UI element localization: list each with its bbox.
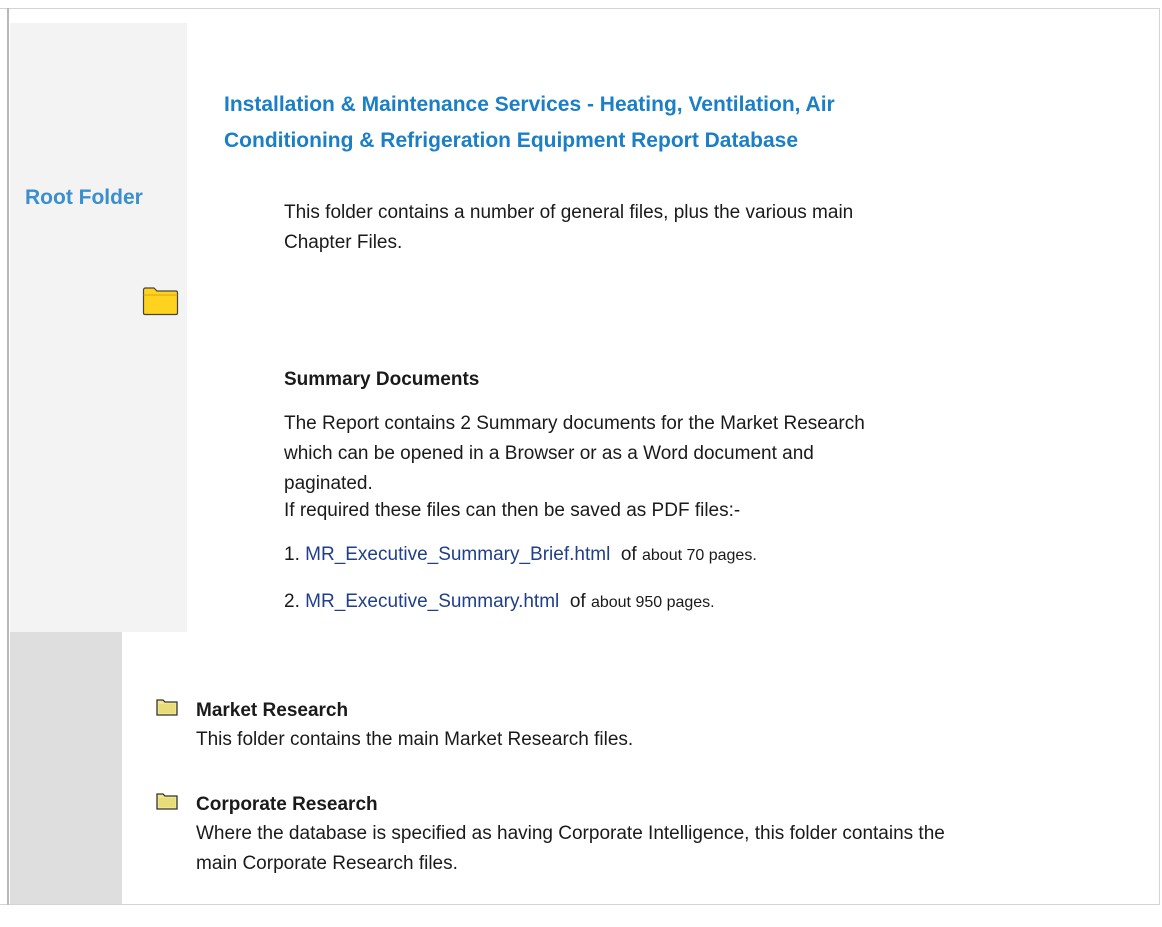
list-number: 1. (284, 544, 300, 565)
summary-heading: Summary Documents (284, 369, 480, 390)
subfolder-column (10, 632, 122, 904)
of-text: of (620, 544, 637, 565)
summary-description: The Report contains 2 Summary documents … (284, 413, 865, 494)
page-count: about 70 pages. (642, 547, 757, 564)
page-title: Installation & Maintenance Services - He… (224, 93, 835, 152)
frame-left-border (7, 8, 9, 905)
folder-icon (156, 793, 178, 810)
corporate-research-description: Where the database is specified as havin… (196, 823, 945, 874)
pdf-note: If required these files can then be save… (284, 500, 741, 521)
of-text: of (569, 591, 586, 612)
market-research-heading[interactable]: Market Research (196, 700, 348, 722)
intro-text: This folder contains a number of general… (284, 202, 854, 253)
file-link-executive-summary[interactable]: MR_Executive_Summary.html (305, 591, 559, 612)
file-link-executive-summary-brief[interactable]: MR_Executive_Summary_Brief.html (305, 544, 610, 565)
page-count: about 950 pages. (590, 594, 715, 611)
root-folder-label: Root Folder (25, 186, 143, 209)
folder-icon (142, 287, 179, 316)
folder-icon (156, 699, 178, 716)
market-research-description: This folder contains the main Market Res… (196, 729, 634, 750)
list-item: 1. MR_Executive_Summary_Brief.html of ab… (284, 544, 757, 566)
corporate-research-heading[interactable]: Corporate Research (196, 794, 378, 816)
list-item: 2. MR_Executive_Summary.html of about 95… (284, 591, 715, 613)
root-folder-column (10, 23, 187, 632)
list-number: 2. (284, 591, 300, 612)
